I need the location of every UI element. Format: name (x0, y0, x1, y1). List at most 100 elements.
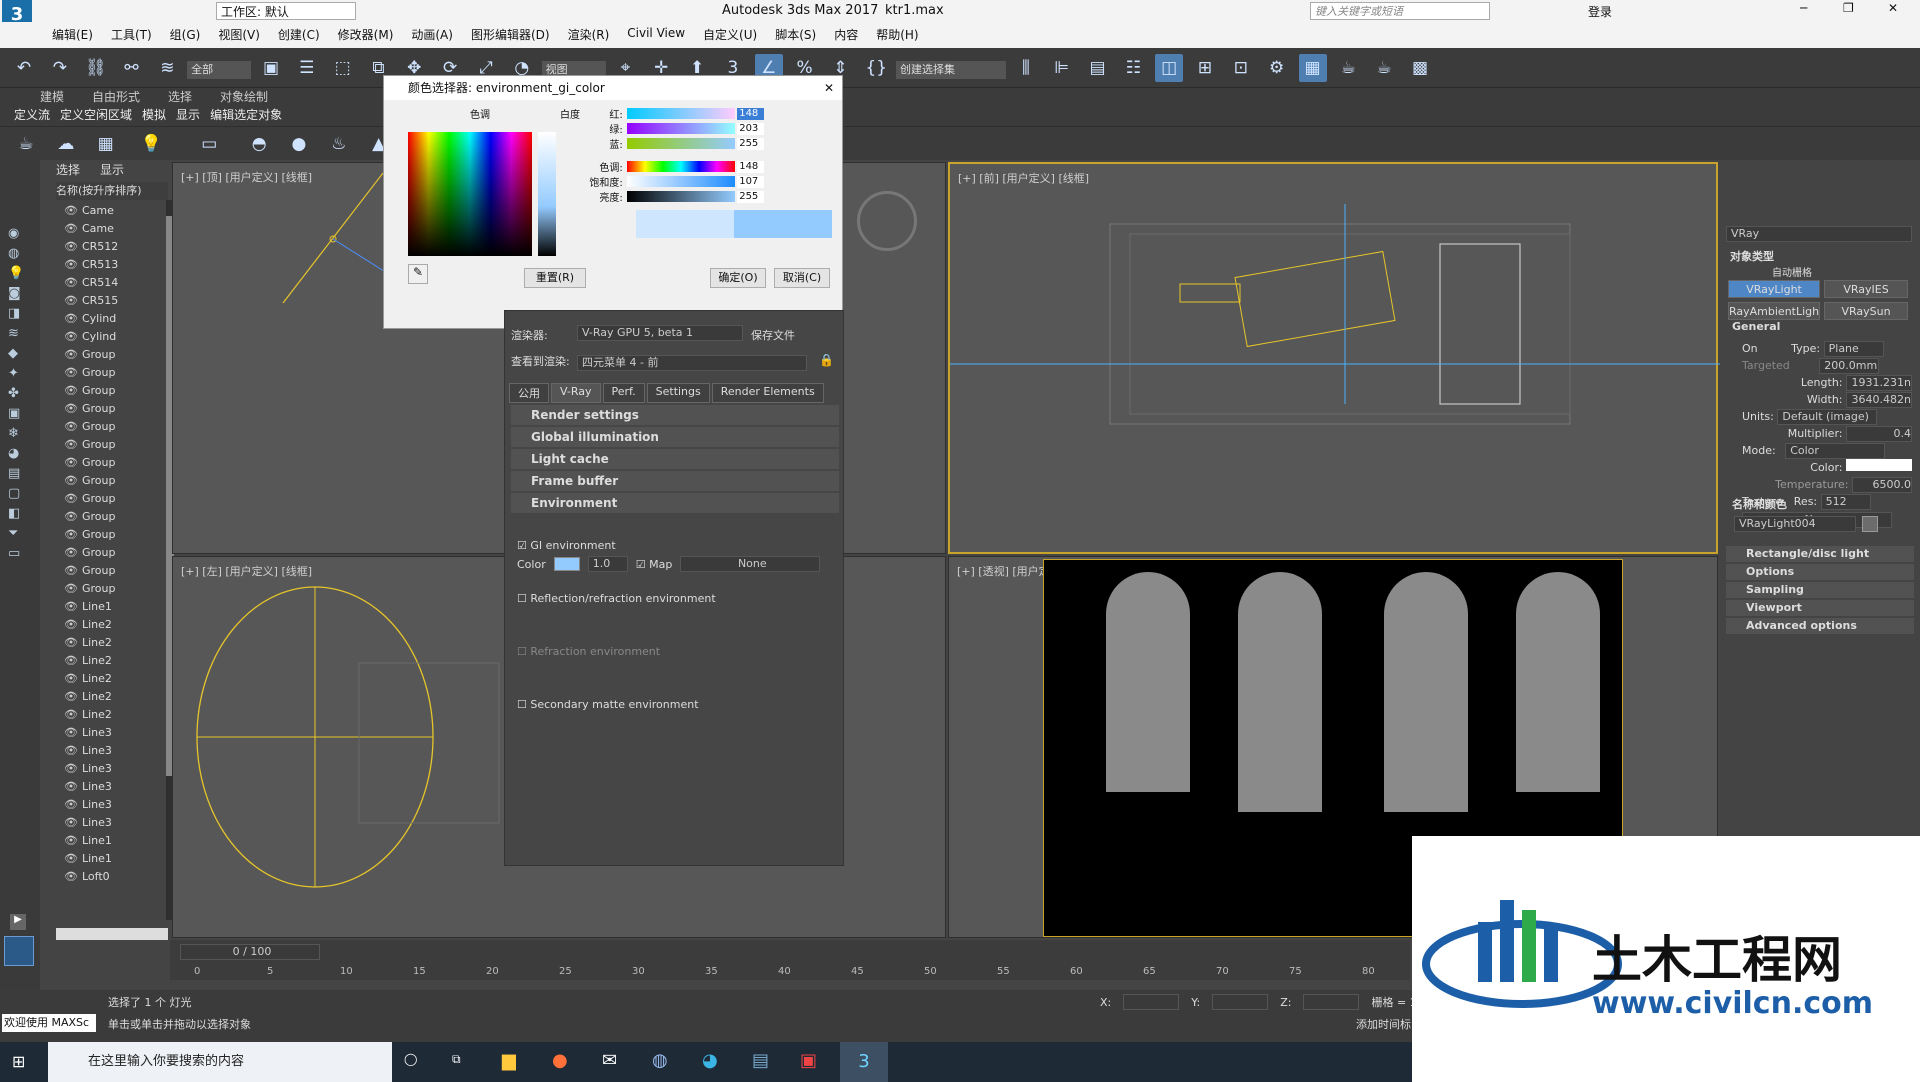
image-icon[interactable]: ▦ (92, 130, 120, 158)
eye-icon[interactable]: 👁 (64, 834, 78, 847)
gi-color-swatch[interactable] (553, 557, 580, 571)
cancel-button[interactable]: 取消(C) (774, 268, 830, 288)
menu-item[interactable]: 帮助(H) (876, 26, 918, 43)
gi-env-checkbox[interactable]: ☑ GI environment (517, 539, 833, 552)
eye-icon[interactable]: 👁 (64, 456, 78, 469)
scene-list-item[interactable]: 👁 Group (64, 454, 164, 472)
hscrollbar[interactable] (56, 928, 168, 940)
gi-map-button[interactable]: None (680, 556, 821, 572)
cmd-rollout[interactable]: Advanced options (1726, 618, 1914, 634)
pot-icon[interactable]: ♨ (325, 130, 353, 158)
ribbon-subtab[interactable]: 模拟 (142, 106, 166, 123)
render-rollout[interactable]: Render settings (511, 405, 839, 425)
time-slider[interactable]: 0 / 100 (180, 944, 320, 960)
eye-icon[interactable]: 👁 (64, 474, 78, 487)
taskview-icon[interactable]: ⧉ (452, 1052, 461, 1067)
eye-icon[interactable]: 👁 (64, 312, 78, 325)
on-checkbox[interactable]: On (1742, 342, 1758, 355)
channel-slider[interactable] (626, 191, 736, 202)
layer-toggle-icon[interactable]: ▶ (10, 914, 26, 930)
scene-list-item[interactable]: 👁 Line3 (64, 814, 164, 832)
scene-list-item[interactable]: 👁 Line2 (64, 706, 164, 724)
scene-list-item[interactable]: 👁 Group (64, 400, 164, 418)
eye-icon[interactable]: 👁 (64, 402, 78, 415)
scene-list-item[interactable]: 👁 Cylind (64, 310, 164, 328)
category-select[interactable]: VRay (1726, 226, 1912, 242)
edge-icon[interactable]: ◕ (702, 1050, 718, 1071)
eye-icon[interactable]: 👁 (64, 528, 78, 541)
render-frame-icon[interactable]: ▦ (1298, 54, 1327, 82)
select-by-name-icon[interactable]: ☰ (293, 54, 321, 82)
render-setup-icon[interactable]: ⚙ (1263, 54, 1291, 82)
maxscript-listener[interactable]: 欢迎使用 MAXSc (2, 1014, 96, 1032)
schematic-icon[interactable]: ⊞ (1191, 54, 1219, 82)
render-rollout[interactable]: Light cache (511, 449, 839, 469)
filter-light-icon[interactable]: 💡 (8, 266, 24, 281)
layer-icon[interactable]: ▤ (1084, 54, 1112, 82)
menu-item[interactable]: 组(G) (170, 26, 201, 43)
render-tab[interactable]: 公用 (509, 383, 549, 403)
render-tab[interactable]: V-Ray (551, 383, 601, 403)
close-icon[interactable]: ✕ (1888, 1, 1898, 15)
bind-icon[interactable]: ≋ (153, 54, 181, 82)
eye-icon[interactable]: 👁 (64, 618, 78, 631)
eye-icon[interactable]: 👁 (64, 492, 78, 505)
light-type-button[interactable]: VRayIES (1824, 280, 1908, 298)
gi-map-checkbox[interactable]: ☑ Map (636, 558, 673, 571)
cortana-icon[interactable]: ◯ (404, 1052, 417, 1066)
z-field[interactable] (1303, 994, 1360, 1010)
eye-icon[interactable]: 👁 (64, 276, 78, 289)
eye-icon[interactable]: 👁 (64, 744, 78, 757)
menu-item[interactable]: 自定义(U) (703, 26, 757, 43)
eye-icon[interactable]: 👁 (64, 726, 78, 739)
eye-icon[interactable]: 👁 (64, 636, 78, 649)
selection-filter[interactable]: 全部 (187, 60, 252, 79)
filter-spacewarp-icon[interactable]: ≋ (8, 326, 24, 341)
menu-item[interactable]: 编辑(E) (52, 26, 93, 43)
filter-all-icon[interactable]: ▤ (8, 466, 24, 481)
box-icon[interactable]: ▭ (195, 130, 223, 158)
render-rollout[interactable]: Environment (511, 493, 839, 513)
viewport-front[interactable]: [+] [前] [用户定义] [线框] (948, 162, 1720, 554)
light-type-button[interactable]: VRayLight (1728, 280, 1821, 298)
eye-icon[interactable]: 👁 (64, 348, 78, 361)
filter-shape-icon[interactable]: ◍ (8, 246, 24, 261)
filter-none-icon[interactable]: ▢ (8, 486, 24, 501)
menu-item[interactable]: 脚本(S) (775, 26, 816, 43)
object-name-input[interactable]: VRayLight004 (1734, 516, 1856, 532)
tab-select[interactable]: 选择 (56, 160, 80, 180)
hue-whiteness-field[interactable] (408, 132, 532, 256)
cmd-rollout[interactable]: Viewport (1726, 600, 1914, 616)
scene-list-item[interactable]: 👁 CR513 (64, 256, 164, 274)
ribbon-subtab[interactable]: 编辑选定对象 (210, 106, 282, 123)
scene-list-item[interactable]: 👁 Line1 (64, 598, 164, 616)
render-active-icon[interactable]: ☕ (1370, 54, 1398, 82)
object-color-swatch[interactable] (1862, 516, 1878, 532)
eye-icon[interactable]: 👁 (64, 672, 78, 685)
eye-icon[interactable]: 👁 (64, 600, 78, 613)
timeline[interactable]: 0 / 100 0 5 10 15 20 25 30 35 40 45 50 55 60 65 70 75 80 (170, 940, 1410, 980)
lock-icon[interactable]: 🔒 (819, 353, 834, 367)
edit-named-sel-icon[interactable]: {} (862, 54, 890, 82)
filter-bone-icon[interactable]: ✤ (8, 386, 24, 401)
light-color-swatch[interactable] (1846, 459, 1912, 471)
light-icon[interactable]: 💡 (137, 130, 165, 158)
light-type-button[interactable]: RayAmbientLigh (1728, 302, 1821, 320)
eye-icon[interactable]: 👁 (64, 258, 78, 271)
eye-icon[interactable]: 👁 (64, 240, 78, 253)
dome-icon[interactable]: ◓ (245, 130, 273, 158)
media-icon[interactable]: ▣ (800, 1050, 817, 1071)
viewcube-top[interactable] (857, 191, 917, 251)
menu-item[interactable]: 工具(T) (111, 26, 152, 43)
filter-container-icon[interactable]: ▣ (8, 406, 24, 421)
scene-list-item[interactable]: 👁 Group (64, 544, 164, 562)
scene-list-item[interactable]: 👁 Line2 (64, 616, 164, 634)
select-icon[interactable]: ▣ (257, 54, 285, 82)
funnel-icon[interactable]: ⏷ (8, 526, 24, 541)
ok-button[interactable]: 确定(O) (710, 268, 766, 288)
ribbon-tab[interactable]: 对象绘制 (220, 88, 268, 105)
width-spinner[interactable]: 3640.482n (1846, 392, 1912, 408)
mode-select[interactable]: Color (1785, 443, 1886, 459)
channel-spinner[interactable]: 203 (737, 122, 764, 135)
temperature-spinner[interactable]: 6500.0 (1852, 477, 1912, 493)
